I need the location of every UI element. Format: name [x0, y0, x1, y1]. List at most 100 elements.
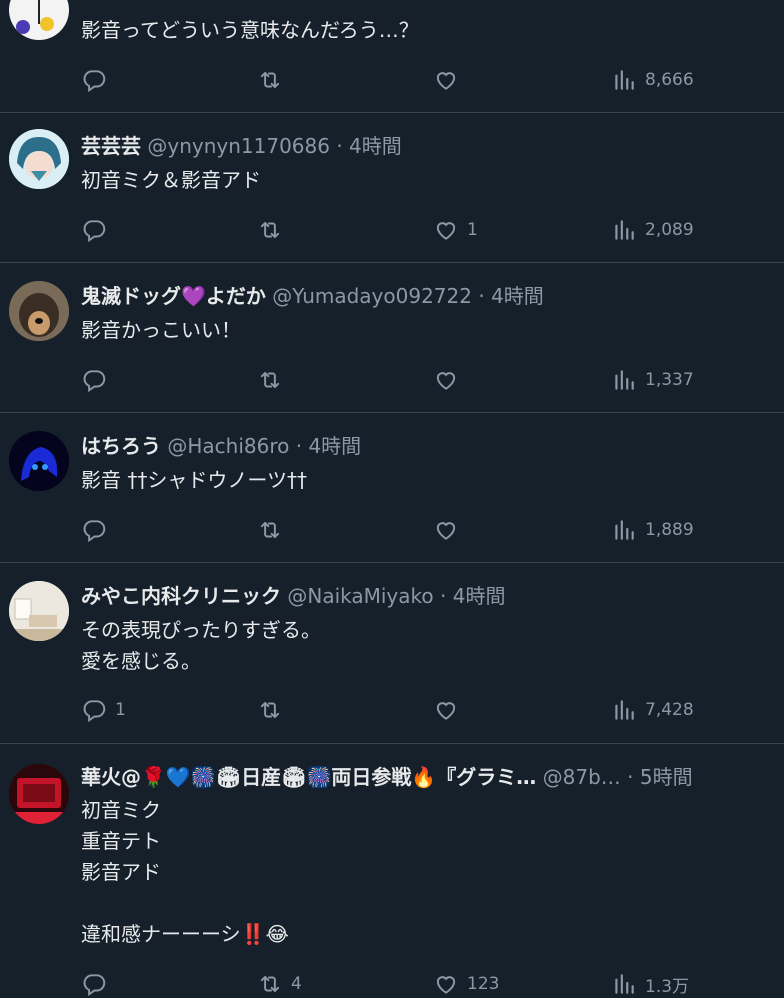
views-icon	[611, 517, 637, 543]
retweet-icon	[257, 67, 283, 93]
views-count: 1,889	[645, 520, 694, 540]
user-handle[interactable]: @Yumadayo092722	[272, 284, 472, 308]
timestamp[interactable]: 4時間	[349, 134, 402, 158]
reply-button[interactable]: 1	[81, 696, 126, 724]
avatar[interactable]	[9, 581, 69, 641]
display-name[interactable]: はちろう	[81, 434, 161, 458]
views-icon	[611, 217, 637, 243]
separator: ·	[627, 765, 634, 789]
separator: ·	[440, 584, 447, 608]
tweet-line: 重音テト	[81, 829, 161, 853]
reply-icon	[81, 971, 107, 997]
tweet-item[interactable]: 鬼滅ドッグ💜よだか @Yumadayo092722 · 4時間 影音かっこいい！…	[0, 263, 784, 413]
reply-button[interactable]	[81, 66, 115, 94]
views-count: 7,428	[645, 700, 694, 720]
display-name[interactable]: みやこ内科クリニック	[81, 584, 281, 608]
views-icon	[611, 67, 637, 93]
retweet-button[interactable]	[257, 696, 291, 724]
views-icon	[611, 971, 637, 997]
reply-button[interactable]	[81, 216, 115, 244]
views-count: 1,337	[645, 370, 694, 390]
separator: ·	[336, 134, 343, 158]
tweet-actions: 1 7,428	[81, 696, 784, 724]
separator: ·	[295, 434, 303, 458]
retweet-count: 4	[291, 974, 302, 994]
display-name[interactable]: 鬼滅ドッグ💜よだか	[81, 284, 266, 308]
tweet-text: 初音ミク＆影音アド	[81, 165, 774, 196]
tweet-header: はちろう @Hachi86ro · 4時間	[81, 433, 776, 459]
tweet-text: 影音ってどういう意味なんだろう…？	[81, 15, 774, 46]
user-handle[interactable]: @ynynyn1170686	[147, 134, 330, 158]
tweet-text: その表現ぴったりすぎる。 愛を感じる。	[81, 615, 774, 677]
reply-icon	[81, 367, 107, 393]
retweet-button[interactable]	[257, 516, 291, 544]
tweet-header: 鬼滅ドッグ💜よだか @Yumadayo092722 · 4時間	[81, 283, 776, 309]
tweet-line: 影音ってどういう意味なんだろう…？	[81, 18, 419, 42]
tweet-line: その表現ぴったりすぎる。	[81, 618, 321, 642]
reply-icon	[81, 67, 107, 93]
retweet-button[interactable]	[257, 216, 291, 244]
tweet-actions: 1,889	[81, 516, 784, 544]
timestamp[interactable]: 4時間	[491, 284, 544, 308]
display-name[interactable]: 華火@🌹💙🎆🏟日産🏟🎆両日参戦🔥『グラミ…	[81, 765, 536, 789]
retweet-icon	[257, 697, 283, 723]
like-button[interactable]	[433, 516, 467, 544]
user-handle[interactable]: @Hachi86ro	[167, 434, 289, 458]
retweet-icon	[257, 367, 283, 393]
like-icon	[433, 217, 459, 243]
views-count: 8,666	[645, 70, 694, 90]
like-button[interactable]	[433, 696, 467, 724]
retweet-button[interactable]: 4	[257, 970, 302, 998]
tweet-item[interactable]: はちろう @Hachi86ro · 4時間 影音 ††シャドウノーツ†† 1,8…	[0, 413, 784, 563]
views-button[interactable]: 1,889	[611, 516, 694, 544]
like-button[interactable]	[433, 66, 467, 94]
timestamp[interactable]: 4時間	[308, 434, 361, 458]
views-icon	[611, 367, 637, 393]
avatar[interactable]	[9, 281, 69, 341]
tweet-actions: 8,666	[81, 66, 784, 94]
views-button[interactable]: 2,089	[611, 216, 694, 244]
reply-icon	[81, 697, 107, 723]
reply-icon	[81, 217, 107, 243]
retweet-button[interactable]	[257, 366, 291, 394]
tweet-text: 初音ミク 重音テト 影音アド 違和感ナーーーシ‼️😂	[81, 795, 774, 950]
retweet-icon	[257, 971, 283, 997]
tweet-actions: 1,337	[81, 366, 784, 394]
like-icon	[433, 971, 459, 997]
reply-button[interactable]	[81, 516, 115, 544]
tweet-line: 初音ミク	[81, 798, 161, 822]
views-icon	[611, 697, 637, 723]
tweet-line	[81, 888, 774, 919]
views-button[interactable]: 1,337	[611, 366, 694, 394]
tweet-header: 華火@🌹💙🎆🏟日産🏟🎆両日参戦🔥『グラミ… @87b… · 5時間	[81, 764, 776, 790]
views-button[interactable]: 8,666	[611, 66, 694, 94]
tweet-actions: 1 2,089	[81, 216, 784, 244]
user-handle[interactable]: @NaikaMiyako	[287, 584, 433, 608]
like-button[interactable]: 1	[433, 216, 478, 244]
views-button[interactable]: 1.3万	[611, 970, 689, 998]
tweet-item[interactable]: 芸芸芸 @ynynyn1170686 · 4時間 初音ミク＆影音アド 1 2,0…	[0, 113, 784, 263]
reply-button[interactable]	[81, 366, 115, 394]
separator: ·	[478, 284, 485, 308]
tweet-header: 芸芸芸 @ynynyn1170686 · 4時間	[81, 133, 776, 159]
like-button[interactable]	[433, 366, 467, 394]
reply-icon	[81, 517, 107, 543]
tweet-item[interactable]: 華火@🌹💙🎆🏟日産🏟🎆両日参戦🔥『グラミ… @87b… · 5時間 初音ミク 重…	[0, 744, 784, 997]
avatar[interactable]	[9, 764, 69, 824]
user-handle[interactable]: @87b…	[543, 765, 621, 789]
tweet-item[interactable]: 影音ってどういう意味なんだろう…？ 8,666	[0, 0, 784, 113]
timestamp[interactable]: 4時間	[453, 584, 506, 608]
avatar[interactable]	[9, 431, 69, 491]
reply-button[interactable]	[81, 970, 115, 998]
views-button[interactable]: 7,428	[611, 696, 694, 724]
avatar[interactable]	[9, 0, 69, 40]
tweet-item[interactable]: みやこ内科クリニック @NaikaMiyako · 4時間 その表現ぴったりすぎ…	[0, 563, 784, 744]
retweet-button[interactable]	[257, 66, 291, 94]
views-count: 1.3万	[645, 976, 690, 997]
timestamp[interactable]: 5時間	[640, 765, 693, 789]
like-count: 1	[467, 220, 478, 240]
like-button[interactable]: 123	[433, 970, 499, 998]
display-name[interactable]: 芸芸芸	[81, 134, 141, 158]
avatar[interactable]	[9, 129, 69, 189]
retweet-icon	[257, 217, 283, 243]
